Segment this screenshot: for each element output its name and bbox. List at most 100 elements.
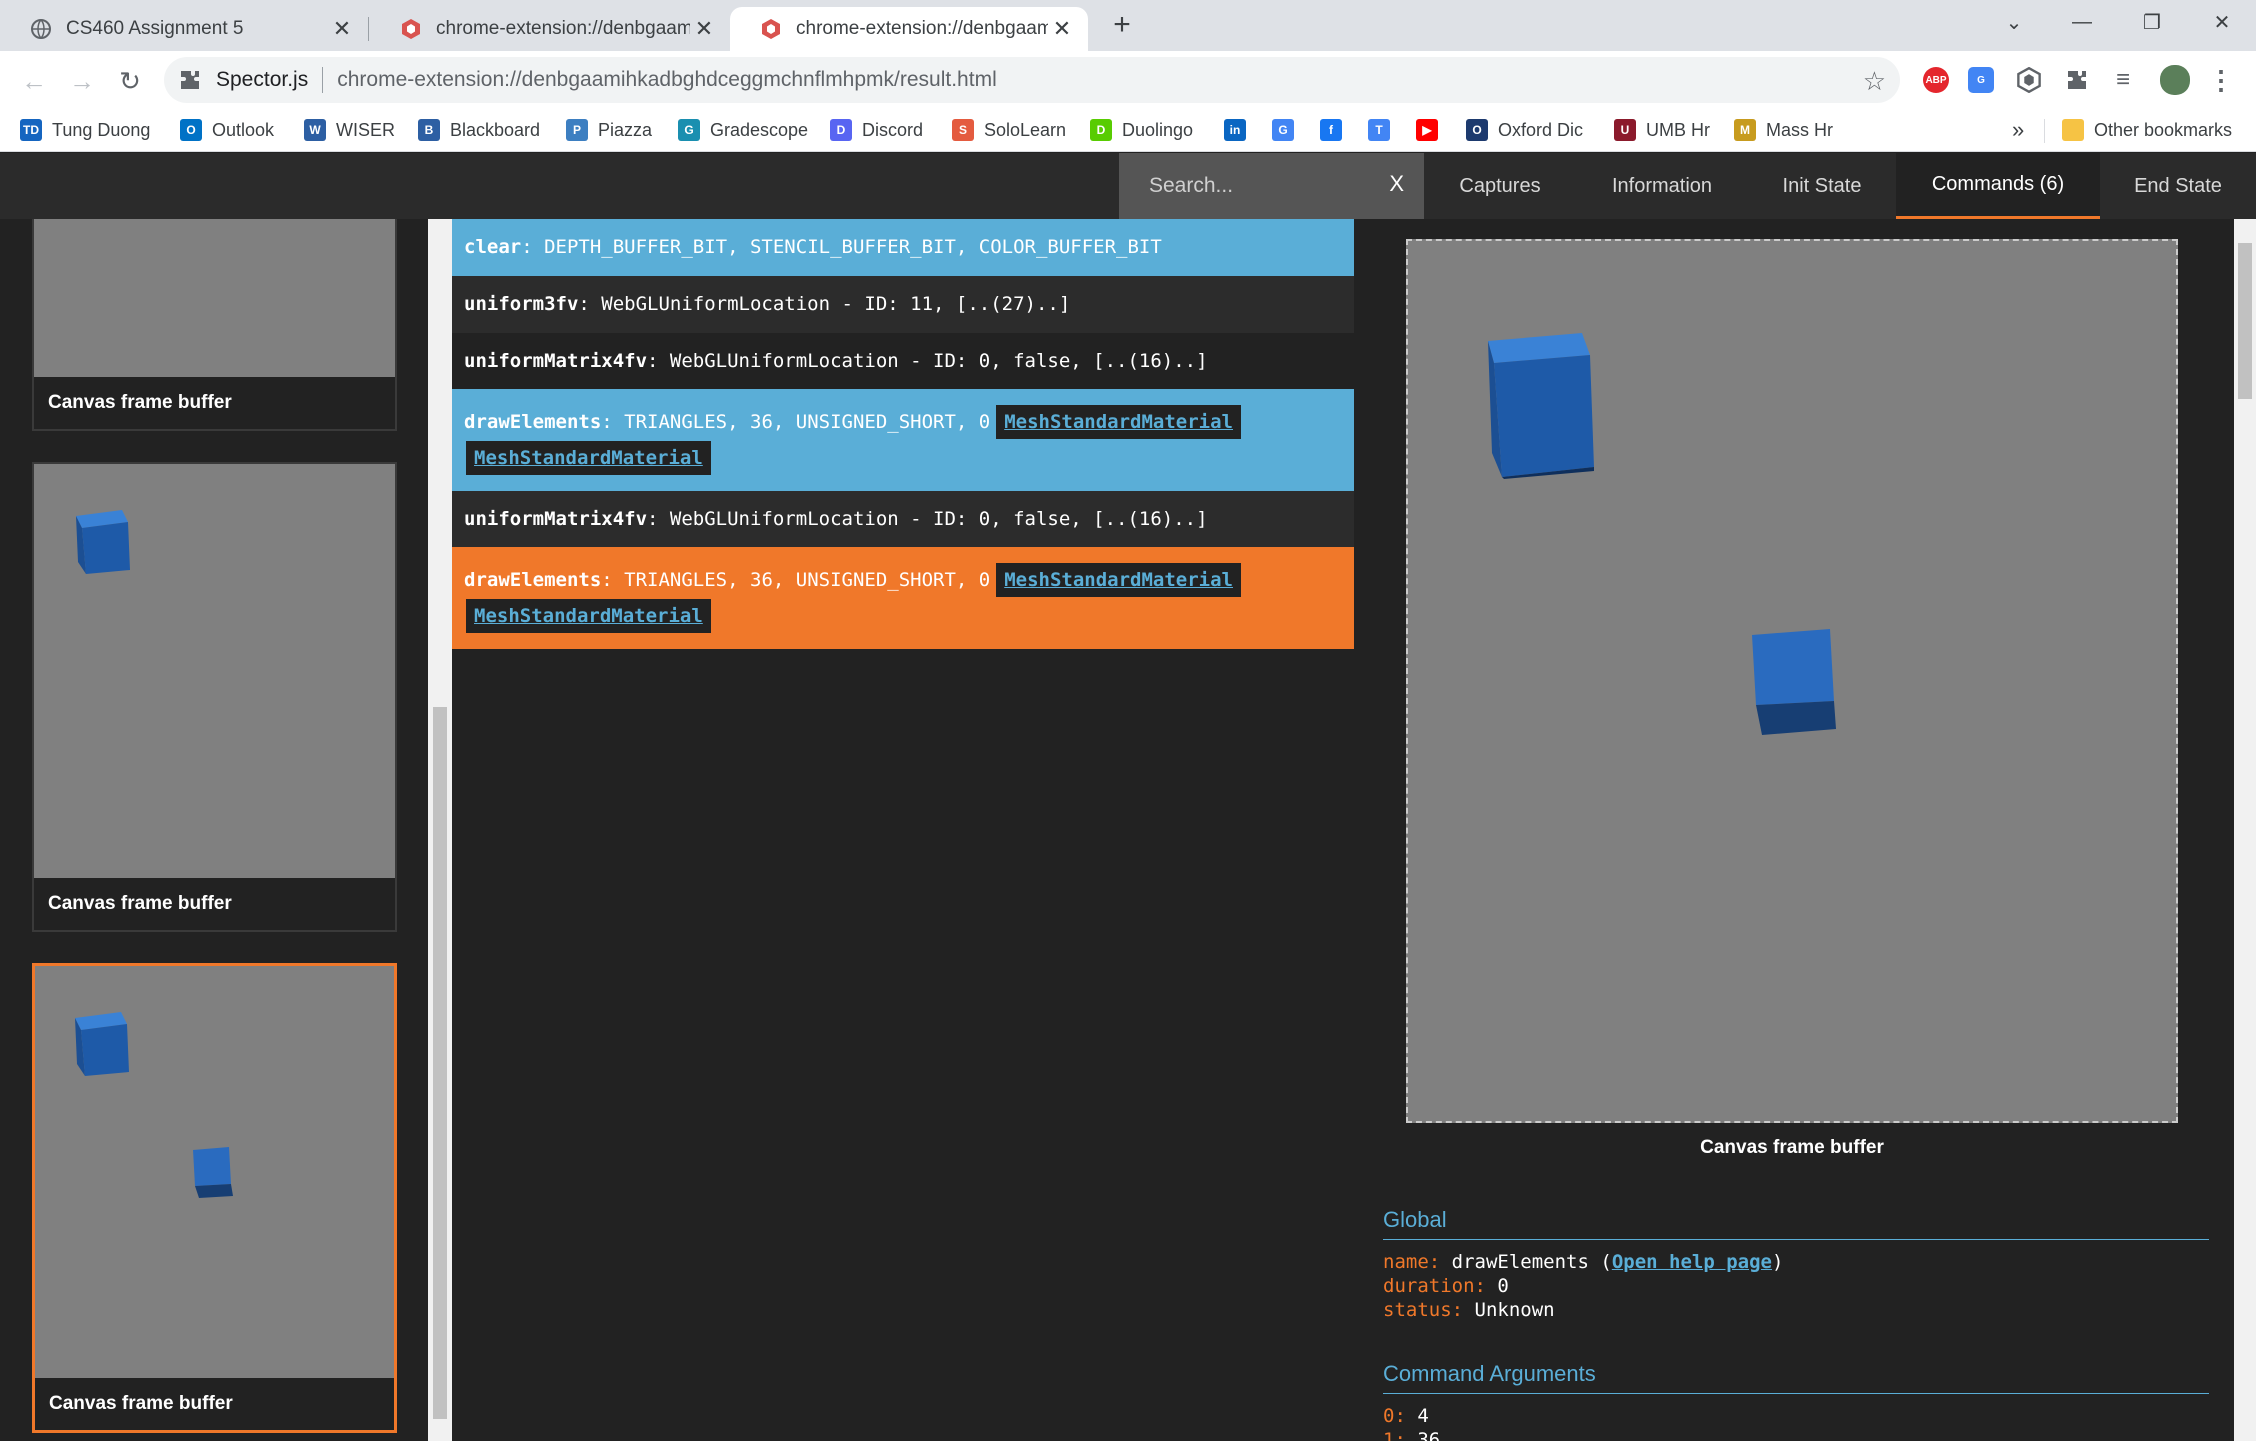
material-link[interactable]: MeshStandardMaterial — [466, 599, 711, 633]
bookmark-item[interactable]: D Discord — [830, 115, 923, 145]
reload-icon[interactable]: ↻ — [110, 61, 150, 101]
close-icon[interactable]: ✕ — [328, 16, 356, 42]
command-name: drawElements — [464, 569, 602, 591]
browser-tab-extension-2[interactable]: chrome-extension://denbgaamih ✕ — [730, 7, 1088, 51]
command-row[interactable]: drawElements: TRIANGLES, 36, UNSIGNED_SH… — [452, 547, 1354, 649]
command-separator: : — [601, 411, 625, 433]
bookmark-item[interactable]: f — [1320, 115, 1342, 145]
command-args: DEPTH_BUFFER_BIT, STENCIL_BUFFER_BIT, CO… — [544, 236, 1162, 258]
material-link[interactable]: MeshStandardMaterial — [996, 405, 1241, 439]
captures-scrollbar[interactable] — [428, 219, 452, 1441]
tab-title: chrome-extension://denbgaamih — [436, 18, 690, 39]
menu-kebab-icon[interactable]: ⋮ — [2208, 65, 2234, 95]
google-translate-icon[interactable]: G — [1968, 67, 1994, 93]
avatar[interactable] — [2160, 65, 2190, 95]
bookmark-item[interactable]: O Oxford Dic — [1466, 115, 1583, 145]
bookmark-item[interactable]: in — [1224, 115, 1246, 145]
restore-button[interactable]: ❐ — [2118, 0, 2186, 44]
capture-thumbnail — [34, 464, 395, 878]
command-row[interactable]: drawElements: TRIANGLES, 36, UNSIGNED_SH… — [452, 389, 1354, 491]
bookmark-item[interactable]: O Outlook — [180, 115, 274, 145]
canvas-frame-preview — [1406, 239, 2178, 1123]
command-args: WebGLUniformLocation - ID: 0, false, [..… — [669, 350, 1208, 372]
bookmark-label: Mass Hr — [1766, 119, 1833, 140]
bookmarks-divider — [2044, 119, 2045, 143]
cube-shape — [193, 1147, 233, 1198]
reading-list-icon[interactable]: ≡ — [2110, 66, 2136, 93]
bookmark-item[interactable]: W WISER — [304, 115, 395, 145]
bookmark-item[interactable]: T — [1368, 115, 1390, 145]
bookmark-favicon-icon: D — [1090, 119, 1112, 141]
bookmarks-overflow-button[interactable]: » — [2012, 115, 2024, 145]
global-status-value: Unknown — [1474, 1299, 1555, 1321]
address-bar[interactable]: Spector.js chrome-extension://denbgaamih… — [164, 57, 1900, 103]
tab-captures[interactable]: Captures — [1424, 153, 1576, 219]
tab-search-chevron-icon[interactable]: ⌄ — [1980, 0, 2048, 44]
other-bookmarks-folder[interactable]: Other bookmarks — [2062, 115, 2232, 145]
detail-scrollbar-thumb[interactable] — [2238, 243, 2252, 399]
bookmark-star-icon[interactable]: ☆ — [1863, 66, 1886, 97]
detail-scrollbar[interactable] — [2234, 219, 2256, 1441]
capture-thumbnail — [35, 966, 394, 1378]
tab-end-state[interactable]: End State — [2100, 153, 2256, 219]
open-help-page-link[interactable]: Open help page — [1612, 1251, 1772, 1273]
bookmark-label: SoloLearn — [984, 119, 1067, 140]
capture-list: Canvas frame buffer Canvas frame buffer … — [0, 219, 428, 1441]
command-separator: : — [578, 293, 602, 315]
captures-scrollbar-thumb[interactable] — [433, 707, 447, 1419]
bookmark-item[interactable]: ▶ — [1416, 115, 1438, 145]
tab-information[interactable]: Information — [1576, 153, 1748, 219]
capture-item[interactable]: Canvas frame buffer — [32, 219, 397, 431]
bookmark-item[interactable]: P Piazza — [566, 115, 652, 145]
capture-label: Canvas frame buffer — [48, 893, 232, 914]
material-link[interactable]: MeshStandardMaterial — [466, 441, 711, 475]
bookmark-favicon-icon: B — [418, 119, 440, 141]
close-icon[interactable]: ✕ — [690, 16, 718, 42]
browser-tab-cs460[interactable]: CS460 Assignment 5 ✕ — [0, 7, 368, 51]
bookmark-item[interactable]: B Blackboard — [418, 115, 540, 145]
spector-header: X Captures Information Init State Comman… — [0, 153, 2256, 219]
command-row[interactable]: uniformMatrix4fv: WebGLUniformLocation -… — [452, 491, 1354, 547]
capture-item-selected[interactable]: Canvas frame buffer — [32, 963, 397, 1433]
bookmark-item[interactable]: S SoloLearn — [952, 115, 1066, 145]
bookmark-item[interactable]: U UMB Hr — [1614, 115, 1710, 145]
search-input[interactable] — [1149, 166, 1389, 206]
browser-tab-extension-1[interactable]: chrome-extension://denbgaamih ✕ — [370, 7, 730, 51]
command-name: drawElements — [464, 411, 602, 433]
tab-title: CS460 Assignment 5 — [66, 18, 244, 39]
close-window-button[interactable]: ✕ — [2188, 0, 2256, 44]
bookmark-favicon-icon: P — [566, 119, 588, 141]
forward-arrow-icon[interactable]: → — [62, 61, 102, 101]
back-arrow-icon[interactable]: ← — [14, 61, 54, 101]
bookmark-label: Oxford Dic — [1498, 119, 1584, 140]
bookmark-item[interactable]: G Gradescope — [678, 115, 808, 145]
browser-toolbar: ← → ↻ Spector.js chrome-extension://denb… — [0, 51, 2256, 109]
bookmark-favicon-icon: M — [1734, 119, 1756, 141]
bookmark-favicon-icon: G — [1272, 119, 1294, 141]
close-icon[interactable]: ✕ — [1048, 16, 1076, 42]
bookmark-item[interactable]: D Duolingo — [1090, 115, 1193, 145]
command-row[interactable]: uniform3fv: WebGLUniformLocation - ID: 1… — [452, 276, 1354, 333]
adblock-plus-icon[interactable]: ABP — [1923, 67, 1949, 93]
global-status-key: status: — [1383, 1299, 1464, 1321]
capture-item[interactable]: Canvas frame buffer — [32, 462, 397, 932]
bookmark-item[interactable]: M Mass Hr — [1734, 115, 1833, 145]
search-clear-button[interactable]: X — [1389, 171, 1404, 197]
command-name: uniform3fv — [464, 293, 579, 315]
material-link[interactable]: MeshStandardMaterial — [996, 563, 1241, 597]
command-row[interactable]: clear: DEPTH_BUFFER_BIT, STENCIL_BUFFER_… — [452, 219, 1354, 276]
cube-shape — [1488, 333, 1594, 479]
extensions-puzzle-icon[interactable] — [2064, 67, 2090, 93]
new-tab-button[interactable]: + — [1106, 10, 1138, 42]
tab-init-state[interactable]: Init State — [1748, 153, 1896, 219]
minimize-button[interactable]: — — [2048, 0, 2116, 44]
bookmark-item[interactable]: TD Tung Duong — [20, 115, 150, 145]
tab-commands[interactable]: Commands (6) — [1896, 153, 2100, 219]
capture-label: Canvas frame buffer — [49, 1393, 233, 1414]
bookmark-label: Discord — [862, 119, 924, 140]
command-separator: : — [521, 236, 545, 258]
bookmark-item[interactable]: G — [1272, 115, 1294, 145]
bookmark-label: Tung Duong — [52, 119, 151, 140]
spector-extension-icon[interactable] — [2016, 67, 2042, 93]
command-row[interactable]: uniformMatrix4fv: WebGLUniformLocation -… — [452, 333, 1354, 389]
